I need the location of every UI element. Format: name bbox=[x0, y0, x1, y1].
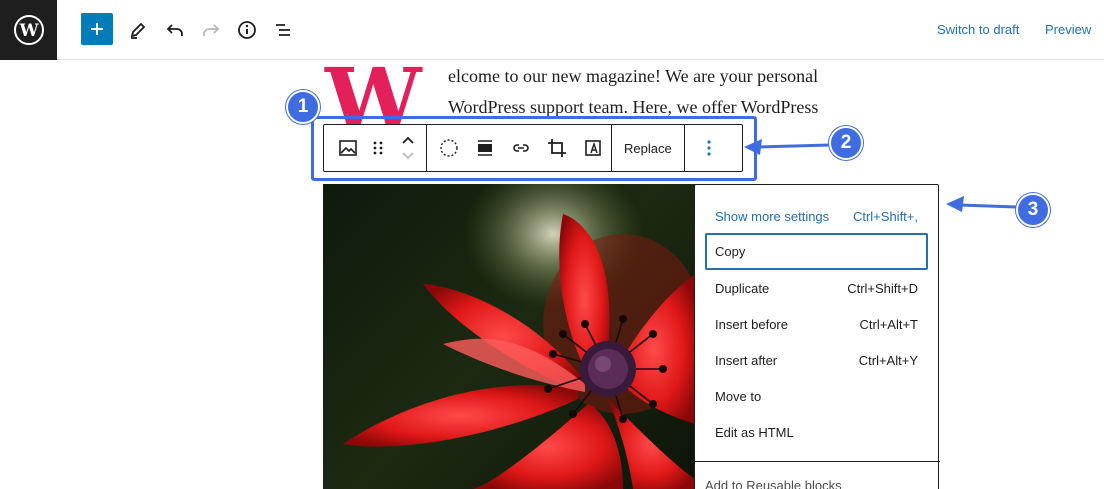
menu-item-duplicate[interactable]: Duplicate Ctrl+Shift+D bbox=[705, 270, 928, 306]
menu-item-label: Insert before bbox=[715, 316, 788, 332]
editor-page: W Switch to draft Preview W elcome to ou… bbox=[0, 0, 1104, 489]
menu-item-show-more-settings[interactable]: Show more settings Ctrl+Shift+, bbox=[705, 198, 928, 234]
menu-item-shortcut: Ctrl+Shift+, bbox=[852, 208, 918, 224]
menu-item-label: Show more settings bbox=[715, 208, 830, 224]
menu-item-insert-before[interactable]: Insert before Ctrl+Alt+T bbox=[705, 306, 928, 342]
pencil-icon bbox=[130, 22, 146, 39]
flower-illustration bbox=[343, 184, 695, 489]
redo-icon bbox=[203, 24, 220, 36]
wordpress-icon: W bbox=[13, 15, 44, 45]
preview-link[interactable]: Preview bbox=[1045, 22, 1091, 37]
switch-to-draft-link[interactable]: Switch to draft bbox=[937, 22, 1019, 37]
list-view-icon bbox=[276, 24, 290, 36]
paragraph-line-2[interactable]: WordPress support team. Here, we offer W… bbox=[448, 97, 818, 118]
menu-item-label: Insert after bbox=[715, 352, 778, 368]
list-view-button[interactable] bbox=[267, 14, 299, 46]
menu-item-insert-after[interactable]: Insert after Ctrl+Alt+Y bbox=[705, 342, 928, 378]
info-icon bbox=[238, 21, 256, 39]
callout-badge-3: 3 bbox=[1016, 193, 1050, 227]
plus-icon bbox=[91, 23, 103, 35]
menu-item-shortcut: Ctrl+Alt+Y bbox=[858, 352, 918, 368]
tools-button[interactable] bbox=[122, 14, 154, 46]
menu-item-label: Copy bbox=[715, 244, 746, 259]
menu-item-shortcut: Ctrl+Shift+D bbox=[847, 280, 918, 296]
redo-button[interactable] bbox=[195, 14, 227, 46]
callout-badge-2: 2 bbox=[829, 126, 863, 160]
paragraph-line-1[interactable]: elcome to our new magazine! We are your … bbox=[448, 66, 818, 87]
undo-icon bbox=[166, 24, 183, 36]
toolbar-highlight bbox=[311, 116, 757, 181]
callout-badge-1: 1 bbox=[286, 90, 320, 124]
menu-item-label: Duplicate bbox=[715, 280, 770, 296]
add-block-button[interactable] bbox=[81, 13, 113, 45]
editor-top-bar: W Switch to draft Preview bbox=[0, 0, 1104, 60]
menu-item-copy[interactable]: Copy bbox=[705, 233, 928, 270]
undo-button[interactable] bbox=[159, 14, 191, 46]
menu-separator bbox=[695, 461, 940, 462]
svg-text:W: W bbox=[18, 21, 39, 41]
wordpress-logo-button[interactable]: W bbox=[0, 0, 57, 60]
menu-item-shortcut: Ctrl+Alt+T bbox=[859, 316, 918, 332]
flower-image[interactable] bbox=[323, 184, 695, 489]
menu-item-move-to[interactable]: Move to bbox=[705, 378, 928, 414]
menu-item-edit-as-html[interactable]: Edit as HTML bbox=[705, 414, 928, 450]
menu-item-label: Move to bbox=[715, 388, 762, 404]
details-button[interactable] bbox=[231, 14, 263, 46]
block-options-menu: Show more settings Ctrl+Shift+, Copy Dup… bbox=[694, 184, 940, 489]
menu-item-add-to-reusable-blocks[interactable]: Add to Reusable blocks bbox=[705, 478, 842, 489]
menu-item-label: Edit as HTML bbox=[715, 424, 794, 440]
